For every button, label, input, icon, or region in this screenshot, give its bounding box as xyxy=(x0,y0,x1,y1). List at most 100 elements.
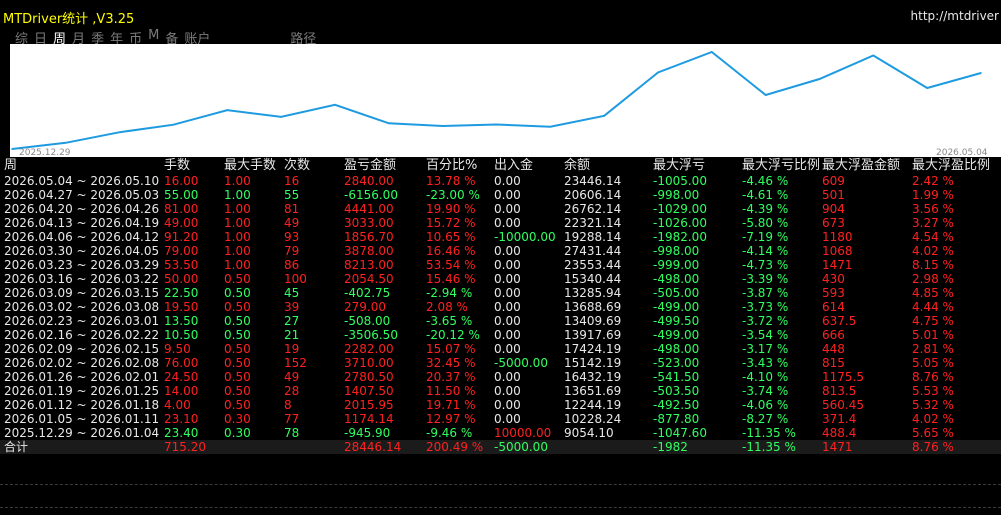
cell-maxdd: -1026.00 xyxy=(653,216,707,230)
balance-series-line xyxy=(11,50,982,150)
column-header[interactable]: 最大浮盈比例 xyxy=(912,157,1001,174)
cell-maxlots: 1.00 xyxy=(224,230,251,244)
cell-maxdd: -1047.60 xyxy=(653,426,707,440)
cell-bal: 13917.69 xyxy=(564,328,622,342)
table-row[interactable]: 2026.01.26 ~ 2026.02.01 24.50 0.50 49 2780.5… xyxy=(0,370,1001,384)
column-header[interactable]: 余额 xyxy=(564,157,653,174)
cell-maxdd: -541.50 xyxy=(653,370,700,384)
cell-lots: 81.00 xyxy=(164,202,199,216)
cell-maxdd: -1029.00 xyxy=(653,202,707,216)
cell-count: 45 xyxy=(284,286,300,300)
table-row[interactable]: 2026.03.30 ~ 2026.04.05 79.00 1.00 79 3878.0… xyxy=(0,244,1001,258)
cell-maxlots: 0.50 xyxy=(224,370,251,384)
column-header[interactable]: 出入金 xyxy=(494,157,564,174)
cell-pl: -945.90 xyxy=(344,426,391,440)
cell-maxlots: 0.50 xyxy=(224,398,251,412)
cell-pct: 19.90 % xyxy=(426,202,476,216)
cell-pl: 3710.00 xyxy=(344,356,394,370)
cell-ddpct: -4.46 % xyxy=(742,174,789,188)
cell-maxfp: 614 xyxy=(822,300,845,314)
cell-io: 0.00 xyxy=(494,314,521,328)
table-row[interactable]: 2026.03.02 ~ 2026.03.08 19.50 0.50 39 279.00… xyxy=(0,300,1001,314)
table-row[interactable]: 2026.02.16 ~ 2026.02.22 10.50 0.50 21 -3506.… xyxy=(0,328,1001,342)
table-row[interactable]: 2026.04.06 ~ 2026.04.12 91.20 1.00 93 1856.7… xyxy=(0,230,1001,244)
cell-pct: -20.12 % xyxy=(426,328,480,342)
cell-pct: 15.46 % xyxy=(426,272,476,286)
cell-maxdd: -877.80 xyxy=(653,412,700,426)
cell-lots: 79.00 xyxy=(164,244,199,258)
cell-io: 0.00 xyxy=(494,384,521,398)
cell-bal: 13409.69 xyxy=(564,314,622,328)
balance-point xyxy=(657,71,659,74)
total-pct: 200.49 % xyxy=(426,440,494,454)
column-header[interactable]: 百分比% xyxy=(426,157,494,174)
column-header[interactable]: 盈亏金额 xyxy=(344,157,426,174)
column-header[interactable]: 最大浮亏比例 xyxy=(742,157,822,174)
table-row[interactable]: 2026.01.19 ~ 2026.01.25 14.00 0.50 28 1407.5… xyxy=(0,384,1001,398)
cell-bal: 13651.69 xyxy=(564,384,622,398)
column-header[interactable]: 最大手数 xyxy=(224,157,284,174)
cell-week: 2026.02.16 ~ 2026.02.22 xyxy=(4,328,160,342)
table-row[interactable]: 2026.05.04 ~ 2026.05.10 16.00 1.00 16 2840.0… xyxy=(0,174,1001,188)
table-row[interactable]: 2025.12.29 ~ 2026.01.04 23.40 0.30 78 -945.9… xyxy=(0,426,1001,440)
table-row[interactable]: 2026.04.27 ~ 2026.05.03 55.00 1.00 55 -6156.… xyxy=(0,188,1001,202)
cell-maxfp: 673 xyxy=(822,216,845,230)
cell-count: 27 xyxy=(284,314,300,328)
cell-maxlots: 1.00 xyxy=(224,216,251,230)
cell-ddpct: -3.87 % xyxy=(742,286,789,300)
cell-lots: 13.50 xyxy=(164,314,199,328)
table-row[interactable]: 2026.04.20 ~ 2026.04.26 81.00 1.00 81 4441.0… xyxy=(0,202,1001,216)
cell-pct: 16.46 % xyxy=(426,244,476,258)
column-header[interactable]: 次数 xyxy=(284,157,344,174)
cell-week: 2026.01.12 ~ 2026.01.18 xyxy=(4,398,160,412)
cell-fppct: 8.76 % xyxy=(912,370,954,384)
balance-point xyxy=(603,115,605,117)
cell-maxfp: 609 xyxy=(822,174,845,188)
balance-point xyxy=(926,87,928,89)
cell-maxfp: 593 xyxy=(822,286,845,300)
column-header[interactable]: 周 xyxy=(0,157,164,174)
cell-week: 2026.02.02 ~ 2026.02.08 xyxy=(4,356,160,370)
cell-maxdd: -998.00 xyxy=(653,188,700,202)
table-row[interactable]: 2026.02.02 ~ 2026.02.08 76.00 0.50 152 3710.… xyxy=(0,356,1001,370)
table-row[interactable]: 2026.01.05 ~ 2026.01.11 23.10 0.30 77 1174.1… xyxy=(0,412,1001,426)
balance-point xyxy=(65,142,67,144)
column-header[interactable]: 最大浮盈金额 xyxy=(822,157,912,174)
table-row[interactable]: 2026.02.09 ~ 2026.02.15 9.50 0.50 19 2282.00… xyxy=(0,342,1001,356)
cell-lots: 23.40 xyxy=(164,426,199,440)
cell-maxlots: 0.50 xyxy=(224,300,251,314)
cell-ddpct: -3.17 % xyxy=(742,342,789,356)
cell-maxdd: -499.00 xyxy=(653,328,700,342)
cell-bal: 19288.14 xyxy=(564,230,622,244)
column-header[interactable]: 最大浮亏 xyxy=(653,157,742,174)
cell-fppct: 8.15 % xyxy=(912,258,954,272)
cell-pct: 13.78 % xyxy=(426,174,476,188)
balance-point xyxy=(280,116,283,118)
cell-week: 2025.12.29 ~ 2026.01.04 xyxy=(4,426,160,440)
cell-maxfp: 1471 xyxy=(822,258,853,272)
balance-point xyxy=(818,78,821,80)
app-url-link[interactable]: http://mtdriver xyxy=(911,9,999,23)
column-header[interactable]: 手数 xyxy=(164,157,224,174)
cell-ddpct: -3.72 % xyxy=(742,314,789,328)
table-row[interactable]: 2026.04.13 ~ 2026.04.19 49.00 1.00 49 3033.0… xyxy=(0,216,1001,230)
cell-maxfp: 815 xyxy=(822,356,845,370)
cell-bal: 22321.14 xyxy=(564,216,622,230)
cell-week: 2026.01.19 ~ 2026.01.25 xyxy=(4,384,160,398)
table-row[interactable]: 2026.03.09 ~ 2026.03.15 22.50 0.50 45 -402.7… xyxy=(0,286,1001,300)
table-row[interactable]: 2026.01.12 ~ 2026.01.18 4.00 0.50 8 2015.95 1… xyxy=(0,398,1001,412)
cell-fppct: 1.99 % xyxy=(912,188,954,202)
balance-point xyxy=(549,125,552,128)
table-row[interactable]: 2026.03.23 ~ 2026.03.29 53.50 1.00 86 8213.0… xyxy=(0,258,1001,272)
total-maxlots xyxy=(224,440,284,454)
cell-bal: 23446.14 xyxy=(564,174,622,188)
table-row[interactable]: 2026.03.16 ~ 2026.03.22 50.00 0.50 100 2054.… xyxy=(0,272,1001,286)
cell-week: 2026.03.23 ~ 2026.03.29 xyxy=(4,258,160,272)
cell-bal: 26762.14 xyxy=(564,202,622,216)
cell-fppct: 3.56 % xyxy=(912,202,954,216)
cell-week: 2026.04.27 ~ 2026.05.03 xyxy=(4,188,160,202)
cell-lots: 14.00 xyxy=(164,384,199,398)
cell-io: 0.00 xyxy=(494,370,521,384)
cell-pct: -3.65 % xyxy=(426,314,473,328)
table-row[interactable]: 2026.02.23 ~ 2026.03.01 13.50 0.50 27 -508.0… xyxy=(0,314,1001,328)
